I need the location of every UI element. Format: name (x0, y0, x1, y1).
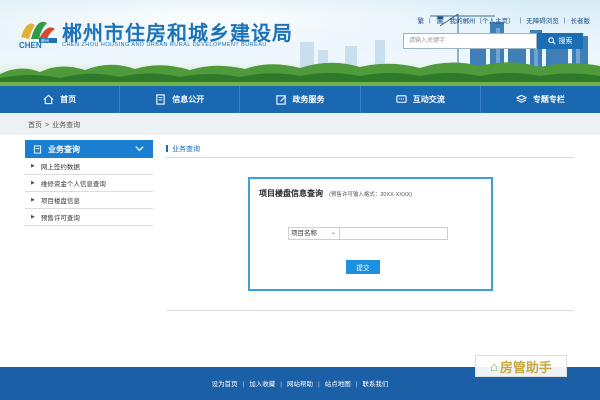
chevron-down-icon (135, 146, 144, 152)
footer-link-add-favorite[interactable]: 加入收藏 (249, 381, 275, 388)
my-chenzhou-link[interactable]: 我的郴州（个人主页） (450, 15, 515, 25)
nav-gov-services[interactable]: 政务服务 (240, 86, 361, 113)
sidebar-title: 业务查询 (48, 144, 80, 154)
edit-icon (275, 95, 286, 105)
footer-link-set-homepage[interactable]: 设为首页 (212, 381, 238, 388)
nav-label: 互动交流 (412, 95, 445, 104)
separator: | (519, 16, 522, 24)
document-icon (33, 144, 42, 154)
main-nav: 首页 信息公开 政务服务 互动交流 专题专栏 (0, 86, 600, 113)
query-format-hint: (预售许可输入格式：20XX-XXXX) (329, 192, 413, 198)
home-icon (43, 94, 54, 105)
separator: | (563, 16, 566, 24)
sidebar: 业务查询 ▶ 网上签约数据 ▶ 维修资金个人信息查询 ▶ 项目楼盘信息 ▶ 预售… (25, 140, 153, 226)
nav-interaction[interactable]: 互动交流 (361, 86, 481, 113)
separator: | (318, 381, 320, 388)
search-button[interactable]: 搜索 (537, 33, 583, 49)
query-title: 项目楼盘信息查询 (预售许可输入格式：20XX-XXXX) (259, 188, 412, 199)
nav-label: 信息公开 (172, 95, 205, 104)
nav-label: 专题专栏 (532, 95, 565, 104)
sidebar-header[interactable]: 业务查询 (25, 140, 153, 158)
separator: | (355, 381, 358, 388)
nav-label: 政务服务 (292, 95, 325, 104)
site-subtitle: CHEN ZHOU HOUSING AND URBAN RURAL DEVELO… (62, 42, 267, 48)
nav-home[interactable]: 首页 (0, 86, 121, 113)
sidebar-item-presale-permit[interactable]: ▶ 预售许可查询 (25, 209, 153, 226)
sidebar-item-online-contract[interactable]: ▶ 网上签约数据 (25, 158, 153, 175)
search-button-label: 搜索 (558, 38, 573, 45)
nav-special-topics[interactable]: 专题专栏 (481, 86, 600, 113)
monitor-icon: 🖥 (435, 17, 445, 24)
sidebar-item-label: 项目楼盘信息 (40, 198, 80, 205)
sidebar-item-project-info[interactable]: ▶ 项目楼盘信息 (25, 192, 153, 209)
separator: | (242, 381, 245, 388)
top-links: 繁 | 🖥 我的郴州（个人主页） | 无障碍浏览 | 长者版 (418, 15, 591, 26)
watermark: ⌂ 房管助手 (475, 355, 567, 377)
breadcrumb-separator: > (45, 122, 50, 129)
accessibility-link[interactable]: 无障碍浏览 (526, 15, 559, 25)
footer-link-contact[interactable]: 联系我们 (362, 381, 388, 388)
chat-icon (396, 95, 407, 103)
logo-small-text: 郴州 (41, 37, 49, 43)
house-icon: ⌂ (490, 358, 498, 374)
divider (166, 157, 574, 158)
breadcrumb: 首页 > 业务查询 (28, 120, 80, 130)
section-title-text: 业务查询 (172, 146, 200, 153)
query-title-text: 项目楼盘信息查询 (259, 189, 323, 198)
breadcrumb-current[interactable]: 业务查询 (52, 122, 80, 129)
elderly-version-link[interactable]: 长者版 (571, 15, 591, 25)
query-input[interactable] (339, 227, 448, 240)
title-bar (166, 145, 168, 152)
footer-links: 设为首页 | 加入收藏 | 网站帮助 | 站点地图 | 联系我们 (0, 378, 600, 388)
chevron-down-icon: ⌄ (330, 230, 336, 236)
divider (166, 310, 574, 311)
watermark-text: 房管助手 (499, 359, 552, 375)
separator: | (280, 381, 282, 388)
select-value: 项目名称 (291, 230, 317, 237)
document-icon (156, 94, 166, 105)
submit-button[interactable]: 提交 (346, 260, 380, 274)
sidebar-item-maintenance-fund[interactable]: ▶ 维修资金个人信息查询 (25, 175, 153, 192)
search-icon (547, 37, 556, 45)
logo-text: CHEN (19, 41, 42, 49)
layers-icon (515, 94, 527, 103)
site-header: CHEN 郴州 郴州市住房和城乡建设局 CHEN ZHOU HOUSING AN… (0, 0, 600, 86)
traditional-chinese-link[interactable]: 繁 (418, 15, 425, 25)
arrow-right-icon: ▶ (31, 214, 35, 220)
nav-label: 首页 (60, 95, 77, 104)
breadcrumb-bar: 首页 > 业务查询 (0, 113, 600, 135)
query-field-select[interactable]: 项目名称 ⌄ (288, 227, 340, 240)
arrow-right-icon: ▶ (31, 163, 35, 169)
arrow-right-icon: ▶ (31, 197, 35, 203)
section-title: 业务查询 (166, 144, 200, 154)
sidebar-item-label: 预售许可查询 (40, 215, 80, 222)
sidebar-item-label: 维修资金个人信息查询 (40, 181, 106, 188)
search-input[interactable]: 请输入关键字 (403, 33, 537, 49)
footer-link-help[interactable]: 网站帮助 (287, 381, 313, 388)
breadcrumb-home[interactable]: 首页 (28, 122, 42, 129)
footer-link-sitemap[interactable]: 站点地图 (325, 381, 351, 388)
query-form: 项目楼盘信息查询 (预售许可输入格式：20XX-XXXX) 项目名称 ⌄ 提交 (248, 177, 493, 291)
nav-info-disclosure[interactable]: 信息公开 (120, 86, 241, 113)
bureau-logo[interactable]: CHEN 郴州 (17, 15, 59, 49)
sidebar-item-label: 网上签约数据 (40, 164, 80, 171)
separator: | (429, 16, 431, 24)
arrow-right-icon: ▶ (31, 180, 35, 186)
